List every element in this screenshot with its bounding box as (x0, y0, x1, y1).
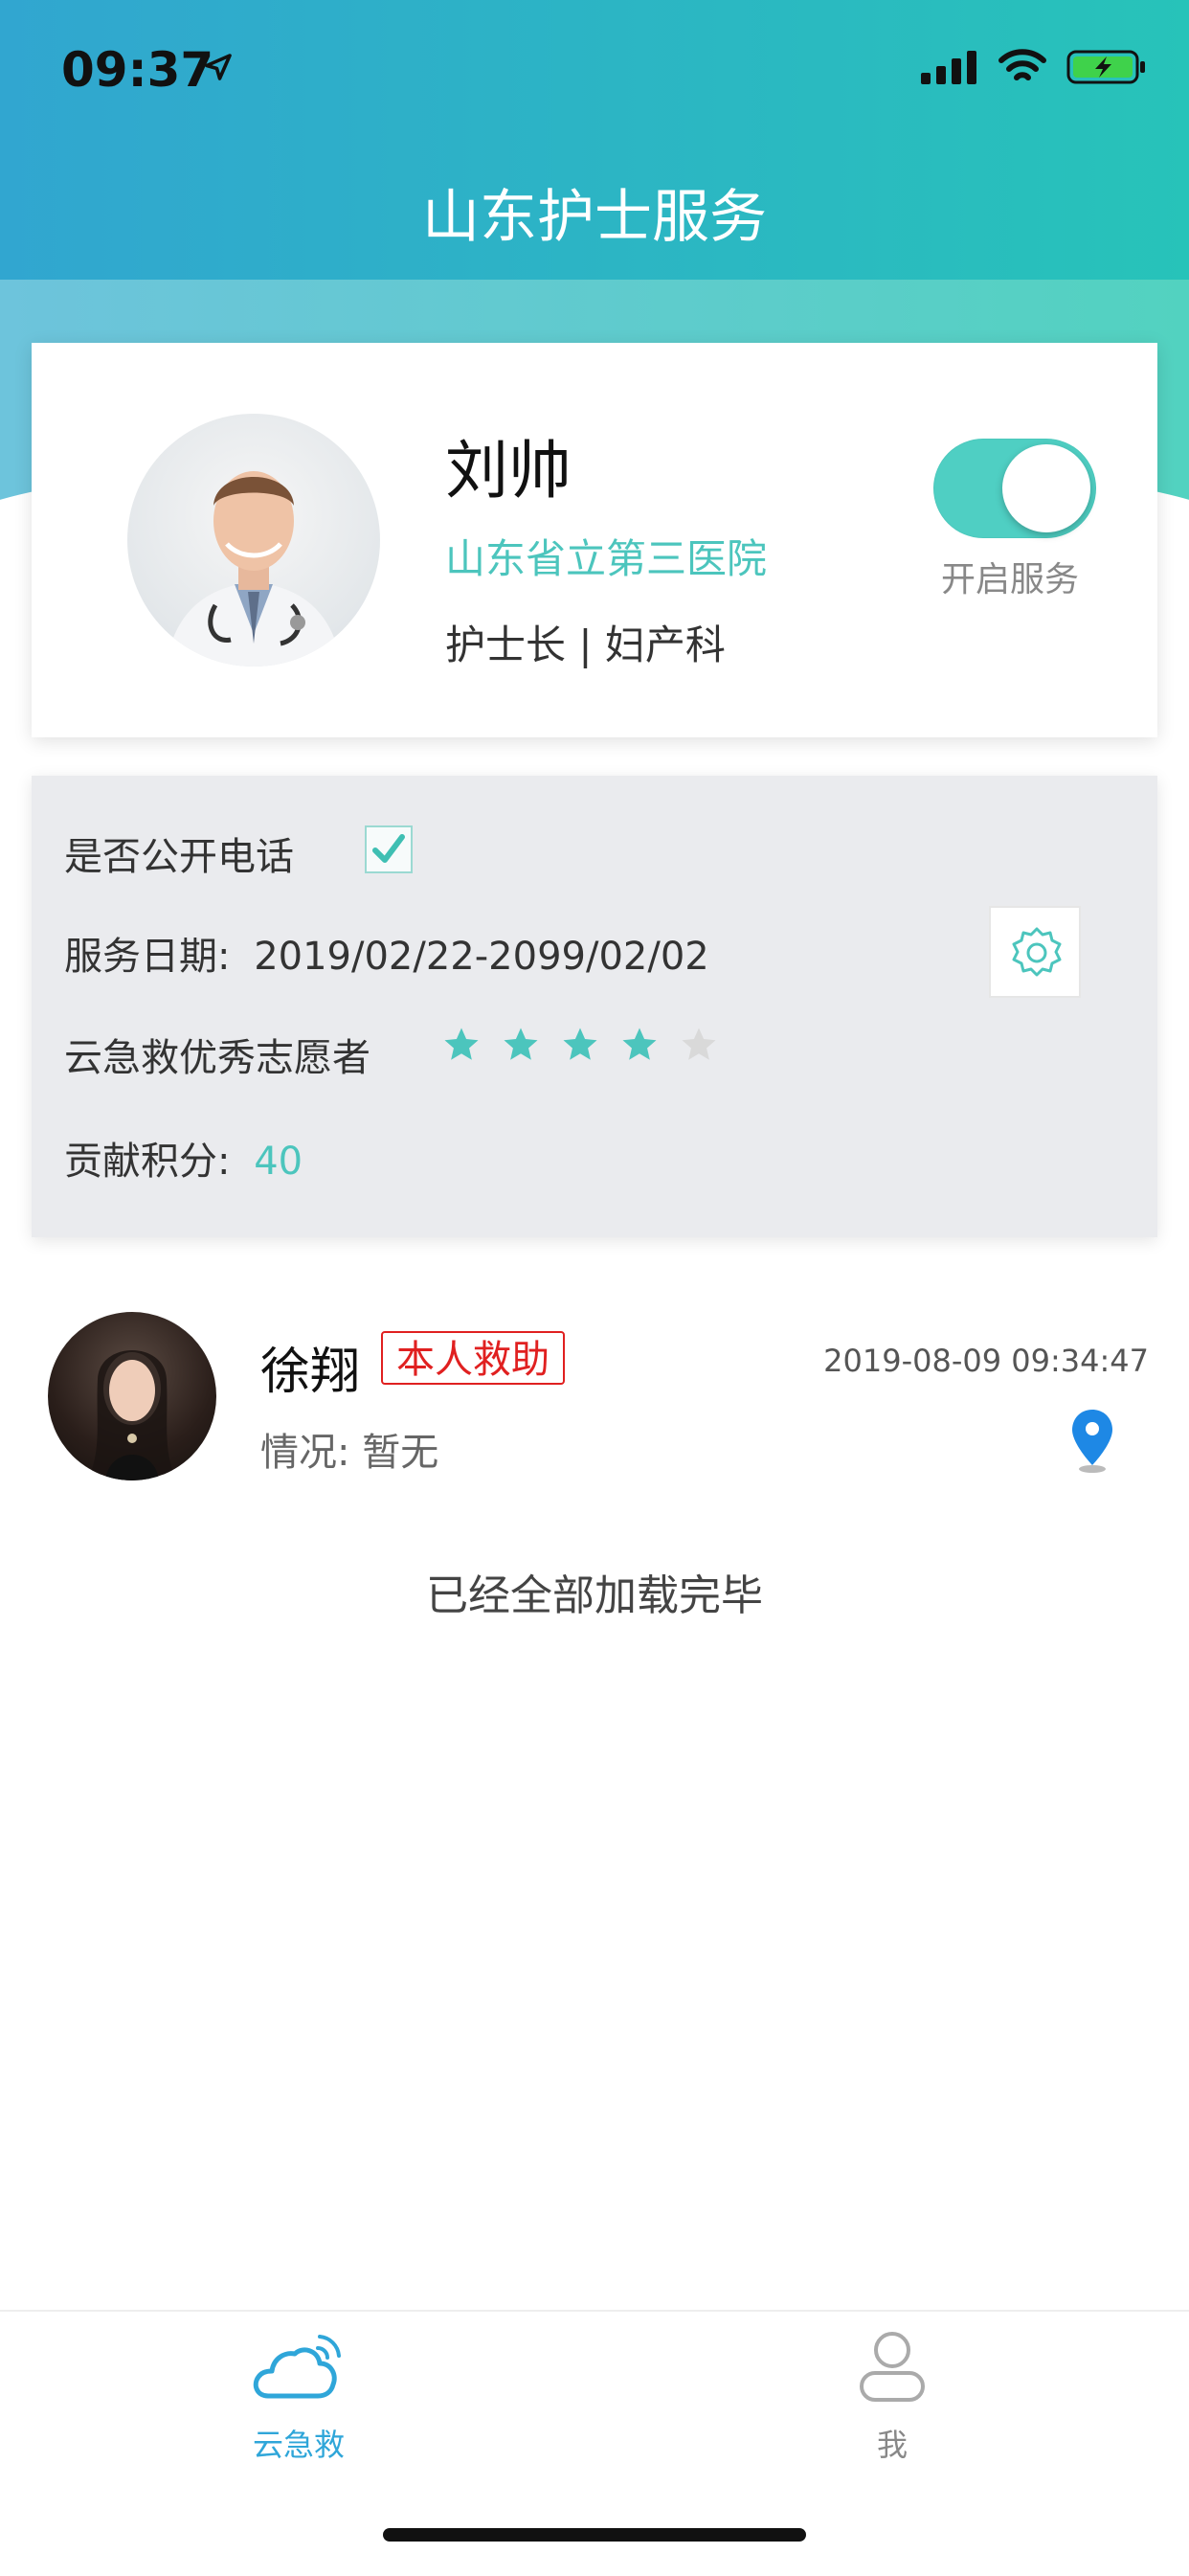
status-indicators (919, 48, 1147, 86)
rescue-type-badge: 本人救助 (381, 1331, 565, 1385)
service-date-row: 服务日期: 2019/02/22-2099/02/02 (64, 925, 709, 981)
points-value: 40 (254, 1140, 303, 1184)
nurse-avatar[interactable] (127, 414, 380, 667)
nurse-name: 刘帅 (445, 434, 572, 508)
requester-avatar (48, 1312, 216, 1480)
public-phone-label: 是否公开电话 (64, 835, 294, 879)
hospital-name: 山东省立第三医院 (445, 535, 768, 582)
record-timestamp: 2019-08-09 09:34:47 (823, 1343, 1149, 1379)
tab-label: 云急救 (252, 2427, 345, 2463)
location-pin-icon[interactable] (1068, 1408, 1116, 1475)
signal-icon (921, 51, 976, 84)
page-title: 山东护士服务 (422, 184, 767, 251)
settings-button[interactable] (989, 906, 1081, 998)
battery-charging-icon (1066, 50, 1145, 84)
profile-card: 刘帅 山东省立第三医院 护士长 | 妇产科 开启服务 (32, 343, 1157, 737)
rating-stars (441, 1025, 719, 1065)
nurse-role: 护士长 | 妇产科 (445, 621, 726, 668)
public-phone-checkbox[interactable] (365, 825, 413, 873)
service-toggle[interactable] (933, 439, 1096, 538)
info-card: 是否公开电话 服务日期: 2019/02/22-2099/02/02 云急救优秀… (32, 776, 1157, 1237)
star-filled-icon (504, 1028, 538, 1060)
list-end-text: 已经全部加载完毕 (426, 1571, 763, 1620)
record-status: 情况: 暂无 (260, 1431, 439, 1475)
list-item[interactable]: 徐翔 本人救助 2019-08-09 09:34:47 情况: 暂无 (0, 1310, 1189, 1492)
tab-cloud-rescue[interactable]: 云急救 (155, 2329, 442, 2465)
tab-me[interactable]: 我 (749, 2329, 1036, 2465)
gear-icon (1012, 927, 1062, 977)
requester-name: 徐翔 (260, 1344, 361, 1401)
status-time: 09:37 (61, 42, 214, 98)
service-date-value: 2019/02/22-2099/02/02 (254, 935, 709, 979)
tab-label: 我 (876, 2427, 908, 2463)
wifi-icon (998, 49, 1046, 80)
points-row: 贡献积分: 40 (64, 1130, 303, 1186)
points-label: 贡献积分: (64, 1140, 231, 1184)
cloud-signal-icon (253, 2335, 341, 2399)
service-date-label: 服务日期: (64, 935, 231, 979)
star-filled-icon (622, 1028, 657, 1060)
location-arrow-icon (205, 54, 232, 80)
volunteer-label: 云急救优秀志愿者 (64, 1036, 370, 1080)
star-filled-icon (444, 1028, 479, 1060)
checkmark-icon (372, 834, 405, 863)
woman-portrait-image (90, 1350, 174, 1480)
star-empty-icon (682, 1028, 716, 1060)
doctor-portrait-image (166, 471, 342, 667)
service-toggle-label: 开启服务 (941, 560, 1080, 599)
star-filled-icon (563, 1028, 597, 1060)
home-indicator[interactable] (383, 2528, 806, 2542)
toggle-knob (1002, 444, 1090, 532)
person-icon (860, 2332, 925, 2402)
